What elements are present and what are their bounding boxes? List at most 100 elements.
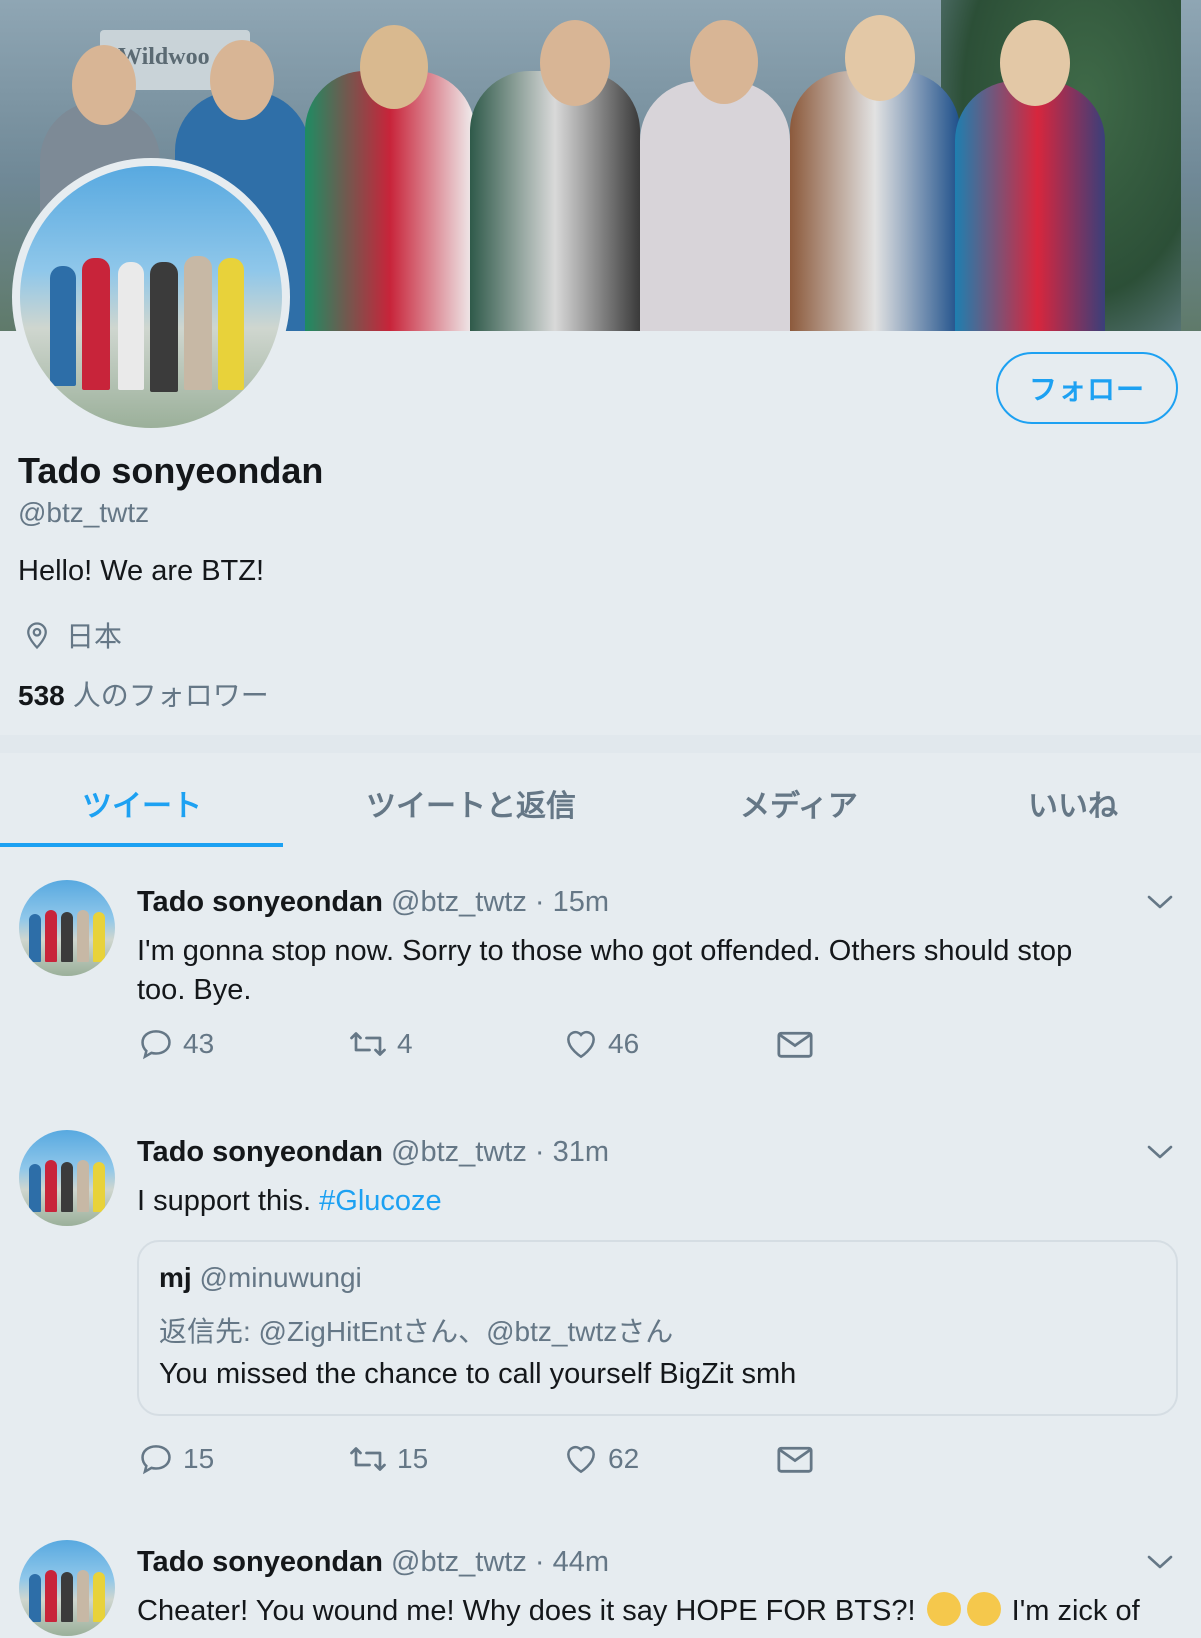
section-divider: [0, 735, 1201, 753]
tweet-author-name[interactable]: Tado sonyeondan: [137, 1546, 383, 1578]
tweet-timestamp[interactable]: · 44m: [535, 1546, 609, 1578]
tweet-actions: 15 15 62: [137, 1440, 937, 1480]
chevron-down-icon[interactable]: [1145, 890, 1175, 914]
retweet-icon: [350, 1032, 386, 1056]
like-count: 62: [608, 1443, 640, 1474]
reply-button[interactable]: 43: [137, 1025, 214, 1063]
reply-count: 43: [183, 1028, 215, 1059]
banner-head: [360, 25, 428, 109]
retweet-count: 4: [397, 1028, 413, 1059]
chevron-down-icon[interactable]: [1145, 1550, 1175, 1574]
avatar-figure: [77, 910, 89, 962]
profile-avatar-image: [20, 166, 282, 428]
tweet-author-name[interactable]: Tado sonyeondan: [137, 1136, 383, 1168]
profile-handle: @btz_twtz: [18, 497, 150, 528]
retweet-button[interactable]: 15: [347, 1440, 428, 1478]
tab-tweets[interactable]: ツイート: [82, 781, 202, 825]
avatar-figure: [93, 912, 105, 962]
banner-head: [210, 40, 274, 120]
followers-label: 人のフォロワー: [72, 680, 269, 711]
tweet-avatar[interactable]: [19, 1540, 115, 1636]
tweet-author-handle: @btz_twtz: [391, 886, 527, 918]
crying-emoji-icon: [966, 1592, 1001, 1626]
retweet-button[interactable]: 4: [347, 1025, 413, 1063]
quoted-tweet[interactable]: mj @minuwungi 返信先: @ZigHitEntさん、@btz_twt…: [137, 1240, 1178, 1416]
tweet-author-handle: @btz_twtz: [391, 1136, 527, 1168]
banner-head: [845, 15, 915, 101]
reply-count: 15: [183, 1443, 215, 1474]
quoted-tweet-text: You missed the chance to call yourself B…: [159, 1358, 797, 1390]
direct-message-button[interactable]: [775, 1440, 823, 1478]
avatar-figure: [77, 1160, 89, 1212]
tweet-text-line: I'm gonna stop now. Sorry to those who g…: [137, 935, 1073, 967]
tab-likes[interactable]: いいね: [1028, 781, 1118, 825]
tweet-author-name[interactable]: Tado sonyeondan: [137, 886, 383, 918]
avatar-figure: [61, 1572, 73, 1622]
tweet-timestamp[interactable]: · 15m: [535, 886, 609, 918]
location-pin-icon: [27, 622, 47, 650]
banner-person: [790, 71, 960, 331]
avatar-figure: [184, 256, 212, 390]
like-button[interactable]: 46: [562, 1025, 639, 1063]
like-button[interactable]: 62: [562, 1440, 639, 1478]
avatar-figure: [29, 1574, 41, 1622]
envelope-icon: [777, 1031, 813, 1058]
banner-head: [1000, 20, 1070, 106]
banner-person: [470, 71, 640, 331]
tweet-text: I'm gonna stop now. Sorry to those who g…: [137, 932, 1147, 1010]
profile-bio: Hello! We are BTZ!: [18, 555, 265, 587]
avatar-figure: [50, 266, 76, 386]
profile-name: Tado sonyeondan: [18, 450, 324, 491]
tweet-header: Tado sonyeondan @btz_twtz · 15m: [137, 886, 609, 919]
banner-person: [640, 81, 790, 331]
banner-head: [540, 20, 610, 106]
tweet-text: Cheater! You wound me! Why does it say H…: [137, 1592, 1147, 1631]
tweet-author-handle: @btz_twtz: [391, 1546, 527, 1578]
envelope-icon: [777, 1446, 813, 1473]
tweet-header: Tado sonyeondan @btz_twtz · 44m: [137, 1546, 609, 1579]
profile-tabs: ツイート ツイートと返信 メディア いいね: [0, 753, 1201, 847]
banner-head: [690, 20, 758, 104]
sad-sweat-emoji-icon: [926, 1592, 961, 1626]
banner-person: [955, 81, 1105, 331]
avatar-figure: [82, 258, 110, 390]
followers-count-link[interactable]: 538 人のフォロワー: [18, 674, 269, 714]
retweet-count: 15: [397, 1443, 429, 1474]
heart-icon: [567, 1445, 595, 1474]
quoted-reply-to: 返信先: @ZigHitEntさん、@btz_twtzさん: [159, 1316, 674, 1347]
hashtag-link[interactable]: #Glucoze: [319, 1185, 442, 1217]
avatar-figure: [61, 912, 73, 962]
avatar-figure: [218, 258, 244, 390]
retweet-icon: [350, 1447, 386, 1471]
follow-button[interactable]: フォロー: [996, 352, 1178, 424]
quoted-author-name: mj: [159, 1262, 192, 1293]
active-tab-indicator: [0, 843, 283, 847]
tweet-text-body: Cheater! You wound me! Why does it say H…: [137, 1595, 916, 1627]
profile-avatar[interactable]: [12, 158, 290, 436]
tweet-avatar[interactable]: [19, 880, 115, 976]
tweet-timestamp[interactable]: · 31m: [535, 1136, 609, 1168]
banner-head: [72, 45, 136, 125]
profile-page: Wildwoo フォロー Tado sonyeondan @btz_twtz H…: [0, 0, 1201, 1638]
avatar-figure: [45, 910, 57, 962]
avatar-figure: [29, 1164, 41, 1212]
tab-media[interactable]: メディア: [740, 781, 858, 825]
avatar-figure: [61, 1162, 73, 1212]
avatar-figure: [93, 1572, 105, 1622]
reply-button[interactable]: 15: [137, 1440, 214, 1478]
tab-tweets-and-replies[interactable]: ツイートと返信: [366, 781, 576, 825]
reply-icon: [141, 1445, 171, 1475]
quoted-author-handle: @minuwungi: [199, 1262, 362, 1293]
chevron-down-icon[interactable]: [1145, 1140, 1175, 1164]
avatar-figure: [118, 262, 144, 390]
location-text: 日本: [66, 621, 123, 652]
avatar-figure: [29, 914, 41, 962]
avatar-figure: [45, 1570, 57, 1622]
banner-person: [305, 71, 475, 331]
avatar-figure: [150, 262, 178, 392]
tweet-text: I support this. #Glucoze: [137, 1182, 1147, 1221]
tweet-text-body: I'm zick of: [1011, 1595, 1140, 1627]
direct-message-button[interactable]: [775, 1025, 823, 1063]
tweet-text-body: I support this.: [137, 1185, 312, 1217]
tweet-avatar[interactable]: [19, 1130, 115, 1226]
